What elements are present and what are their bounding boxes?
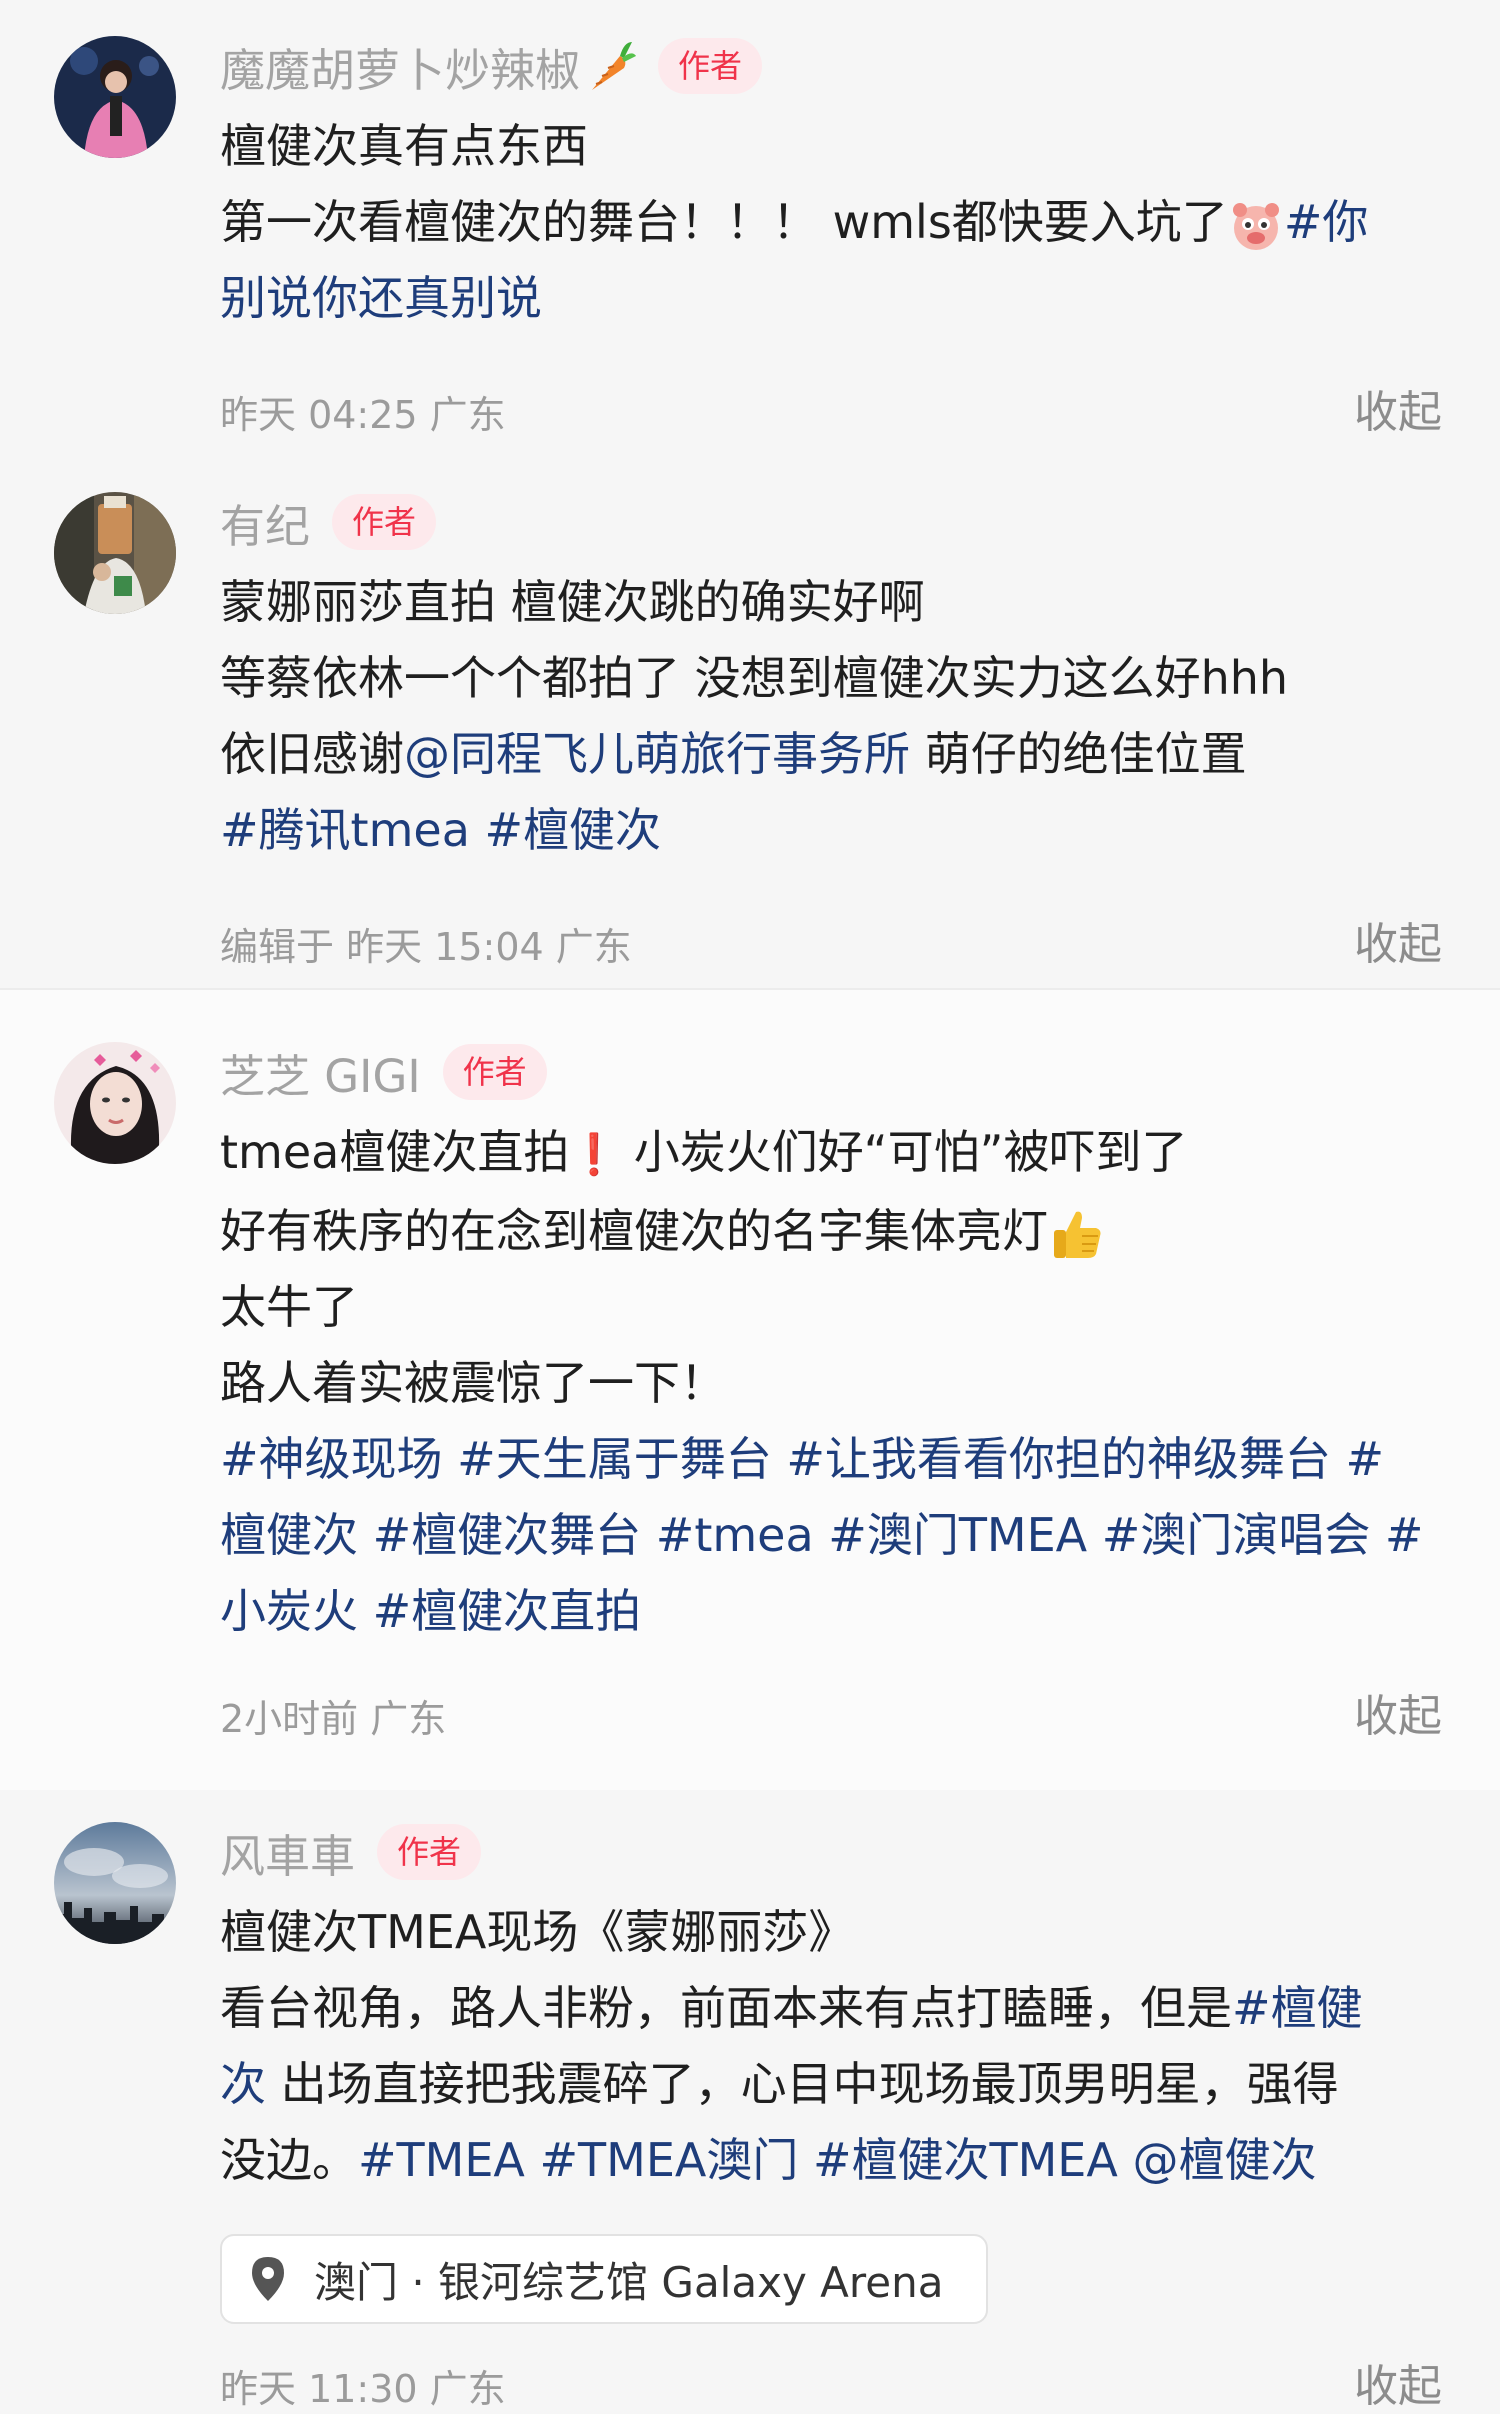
comment-line: 蒙娜丽莎直拍 檀健次跳的确实好啊 <box>220 575 925 629</box>
hashtag-link[interactable]: 檀健次 #檀健次舞台 #tmea #澳门TMEA #澳门演唱会 # <box>220 1508 1423 1562</box>
carrot-emoji-icon <box>592 42 637 90</box>
comment-text-segment: 出场直接把我震碎了，心目中现场最顶男明星，强得 <box>266 2057 1339 2111</box>
comment-line: 檀健次 #檀健次舞台 #tmea #澳门TMEA #澳门演唱会 # <box>220 1497 1450 1573</box>
comment-text-segment: 好有秩序的在念到檀健次的名字集体亮灯 <box>220 1204 1048 1258</box>
comment-text-segment: 萌仔的绝佳位置 <box>910 727 1247 781</box>
comment-meta: 昨天 04:25 广东 <box>220 393 506 437</box>
hashtag-link[interactable]: #腾讯tmea #檀健次 <box>220 803 661 857</box>
comment-line: 檀健次真有点东西 <box>220 119 588 173</box>
comment-text-segment: 看台视角，路人非粉，前面本来有点打瞌睡，但是 <box>220 1981 1232 2035</box>
comment-line: 没边。#TMEA #TMEA澳门 #檀健次TMEA @檀健次 <box>220 2122 1450 2198</box>
comment-line: 等蔡依林一个个都拍了 没想到檀健次实力这么好hhh <box>220 651 1289 705</box>
author-name[interactable]: 芝芝 GIGI <box>220 1040 421 1105</box>
comment-text-segment: 依旧感谢 <box>220 727 404 781</box>
comment-text-segment: tmea檀健次直拍 <box>220 1125 570 1179</box>
comment-line: 第一次看檀健次的舞台！！！ wmls都快要入坑了 #你 <box>220 184 1450 260</box>
comment-text: 檀健次真有点东西 第一次看檀健次的舞台！！！ wmls都快要入坑了 #你 别说你… <box>220 108 1450 336</box>
comment-text: 蒙娜丽莎直拍 檀健次跳的确实好啊 等蔡依林一个个都拍了 没想到檀健次实力这么好h… <box>220 564 1450 868</box>
author-row: 有纪 作者 <box>220 490 437 555</box>
comment-line: #腾讯tmea #檀健次 <box>220 792 1450 868</box>
author-badge: 作者 <box>442 1044 547 1100</box>
author-badge: 作者 <box>377 1824 482 1880</box>
hashtag-link[interactable]: #神级现场 #天生属于舞台 #让我看看你担的神级舞台 # <box>220 1432 1384 1486</box>
hashtag-link[interactable]: 次 <box>220 2057 266 2111</box>
avatar[interactable] <box>54 1042 176 1164</box>
comment-text: 檀健次TMEA现场《蒙娜丽莎》 看台视角，路人非粉，前面本来有点打瞌睡，但是#檀… <box>220 1894 1450 2198</box>
author-name[interactable]: 风車車 <box>220 1820 355 1885</box>
comment-text: tmea檀健次直拍❗ 小炭火们好“可怕”被吓到了 好有秩序的在念到檀健次的名字集… <box>220 1114 1450 1649</box>
exclamation-emoji-icon: ❗ <box>569 1132 620 1178</box>
comment-line: 依旧感谢@同程飞儿萌旅行事务所 萌仔的绝佳位置 <box>220 716 1450 792</box>
thumbs-up-emoji-icon <box>1054 1211 1101 1258</box>
location-chip[interactable]: 澳门 · 银河综艺馆 Galaxy Arena <box>220 2234 988 2324</box>
location-text: 澳门 · 银河综艺馆 Galaxy Arena <box>314 2257 944 2307</box>
mention-link[interactable]: @同程飞儿萌旅行事务所 <box>404 727 910 781</box>
hashtag-link[interactable]: #TMEA #TMEA澳门 #檀健次TMEA @檀健次 <box>358 2133 1316 2187</box>
comment-line: 好有秩序的在念到檀健次的名字集体亮灯 <box>220 1193 1450 1269</box>
pig-face-emoji-icon <box>1232 202 1279 250</box>
comment-line: tmea檀健次直拍❗ 小炭火们好“可怕”被吓到了 <box>220 1114 1450 1193</box>
hashtag-link[interactable]: #你 <box>1284 195 1369 249</box>
comment-card-2: 有纪 作者 蒙娜丽莎直拍 檀健次跳的确实好啊 等蔡依林一个个都拍了 没想到檀健次… <box>0 450 1500 990</box>
hashtag-link[interactable]: 别说你还真别说 <box>220 271 542 325</box>
author-row: 魔魔胡萝卜炒辣椒 作者 <box>220 34 763 99</box>
avatar[interactable] <box>54 1822 176 1944</box>
collapse-button[interactable]: 收起 <box>1354 1680 1442 1744</box>
author-row: 风車車 作者 <box>220 1820 482 1885</box>
comment-line: #神级现场 #天生属于舞台 #让我看看你担的神级舞台 # <box>220 1421 1450 1497</box>
comment-meta: 编辑于 昨天 15:04 广东 <box>220 925 632 969</box>
comment-line: 次 出场直接把我震碎了，心目中现场最顶男明星，强得 <box>220 2046 1450 2122</box>
comment-text-segment: 第一次看檀健次的舞台！！！ wmls都快要入坑了 <box>220 195 1228 249</box>
comment-line: 别说你还真别说 <box>220 260 1450 336</box>
author-name[interactable]: 魔魔胡萝卜炒辣椒 <box>220 34 580 99</box>
collapse-button[interactable]: 收起 <box>1354 2350 1442 2414</box>
collapse-button[interactable]: 收起 <box>1354 908 1442 972</box>
comment-card-1: 魔魔胡萝卜炒辣椒 作者 檀健次真有点东西 第一次看檀健次的舞台！！！ wmls都… <box>0 0 1500 450</box>
comment-meta: 2小时前 广东 <box>220 1697 447 1741</box>
comment-meta: 昨天 11:30 广东 <box>220 2367 506 2411</box>
author-name[interactable]: 有纪 <box>220 490 310 555</box>
collapse-button[interactable]: 收起 <box>1354 376 1442 440</box>
author-badge: 作者 <box>658 38 763 94</box>
hashtag-link[interactable]: 小炭火 #檀健次直拍 <box>220 1584 641 1638</box>
comment-line: 檀健次TMEA现场《蒙娜丽莎》 <box>220 1905 855 1959</box>
avatar[interactable] <box>54 36 176 158</box>
comment-line: 看台视角，路人非粉，前面本来有点打瞌睡，但是#檀健 <box>220 1970 1450 2046</box>
comment-text-segment: 没边。 <box>220 2133 358 2187</box>
author-badge: 作者 <box>332 494 437 550</box>
author-row: 芝芝 GIGI 作者 <box>220 1040 547 1105</box>
comment-line: 太牛了 <box>220 1280 358 1334</box>
comment-line: 路人着实被震惊了一下！ <box>220 1356 726 1410</box>
comment-card-4: 风車車 作者 檀健次TMEA现场《蒙娜丽莎》 看台视角，路人非粉，前面本来有点打… <box>0 1790 1500 2412</box>
location-pin-icon <box>252 2257 284 2301</box>
comment-text-segment: 小炭火们好“可怕”被吓到了 <box>619 1125 1188 1179</box>
comment-line: 小炭火 #檀健次直拍 <box>220 1573 1450 1649</box>
comment-card-3: 芝芝 GIGI 作者 tmea檀健次直拍❗ 小炭火们好“可怕”被吓到了 好有秩序… <box>0 990 1500 1790</box>
avatar[interactable] <box>54 492 176 614</box>
hashtag-link[interactable]: #檀健 <box>1232 1981 1363 2035</box>
